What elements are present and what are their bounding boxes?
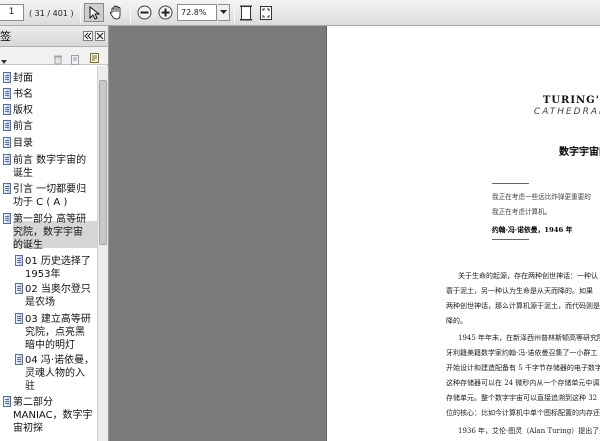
toolbar-divider	[234, 3, 235, 23]
bookmark-label: 04 冯·诺依曼，	[25, 355, 95, 366]
document-page: TURING'S CATHEDRAL 数字宇宙的 我正在考虑一些远比炸弹更重要的…	[326, 26, 600, 441]
bookmark-label: 的诞生	[13, 240, 43, 251]
chevron-down-icon	[1, 60, 7, 64]
collapse-panel-button[interactable]	[83, 31, 93, 41]
fit-page-icon	[240, 5, 252, 20]
scroll-thumb[interactable]	[99, 80, 107, 245]
bookmark-toolbar	[0, 47, 108, 65]
select-tool-button[interactable]	[84, 3, 104, 22]
bookmark-label: 是农场	[25, 297, 55, 308]
bookmark-label: 03 建立高等研	[25, 314, 91, 325]
page-number-input[interactable]: 1	[0, 4, 24, 21]
bookmark-label: 暗中的明灯	[25, 340, 75, 351]
bookmark-icon	[15, 283, 23, 294]
bookmark-label: 诞生	[13, 168, 33, 179]
close-icon	[96, 32, 104, 40]
body-line: 两种创世神话，那么计算机源于泥土，而代码则是	[446, 302, 600, 310]
bookmark-label: 究院，数字宇宙	[13, 227, 83, 238]
body-line: 这种存储器可以在 24 微秒内从一个存储单元中调取到	[446, 379, 600, 387]
bookmark-properties-icon	[90, 53, 99, 63]
new-bookmark-icon	[71, 55, 79, 65]
fit-page-button[interactable]	[236, 3, 256, 22]
bookmarks-panel: 签 封面书名版权前言目录前言 数字宇宙的 诞生引言 一切都要归 功于 C ( A )…	[0, 26, 108, 441]
zoom-dropdown-button[interactable]	[218, 4, 230, 21]
body-line: 关于生命的起源，存在两种创世神话：一种认	[458, 272, 598, 280]
bookmark-icon	[3, 213, 11, 224]
bookmark-icon	[3, 120, 11, 131]
bookmark-label: 书名	[13, 89, 33, 100]
panel-title: 签	[0, 30, 11, 43]
zoom-out-icon	[137, 5, 151, 20]
bookmark-label: 目录	[13, 138, 33, 149]
bookmark-icon	[15, 354, 23, 365]
hand-tool-button[interactable]	[106, 3, 126, 22]
bookmark-label: 02 当奥尔登只	[25, 284, 91, 295]
select-arrow-icon	[89, 5, 100, 20]
body-line: 开始设计和建造配备有 5 千字节存储器的电子数字计	[446, 364, 600, 372]
chapter-heading: 数字宇宙的	[559, 147, 600, 158]
bookmark-label: 01 历史选择了	[25, 256, 91, 267]
bookmark-label: 第二部分	[13, 397, 53, 408]
hand-tool-icon	[109, 5, 121, 20]
zoom-in-button[interactable]	[155, 3, 175, 22]
body-line: 降的。	[446, 317, 467, 325]
toolbar-divider	[80, 3, 81, 23]
bookmark-icon	[3, 104, 11, 115]
fit-width-button[interactable]	[256, 3, 276, 22]
bookmark-label: 灵魂人物的入	[25, 368, 85, 379]
body-line: 1936 年，艾伦·图灵（Alan Turing）提出了通	[458, 427, 600, 435]
body-line: 存储单元。整个数字宇宙可以直接追溯到这种 32 ×	[446, 394, 600, 402]
book-logo-subtitle: CATHEDRAL	[533, 107, 600, 117]
bookmark-icon	[3, 72, 11, 83]
chevron-down-icon	[220, 10, 227, 14]
double-chevron-left-icon	[84, 32, 92, 40]
bookmark-label: 前言 数字宇宙的	[13, 155, 87, 166]
toolbar: 1 ( 31 / 401 ) 72.8%	[0, 0, 600, 26]
bookmark-label: 功于 C ( A )	[13, 197, 68, 208]
bookmark-icon	[3, 154, 11, 165]
bookmark-icon	[15, 255, 23, 266]
page-count: ( 31 / 401 )	[29, 9, 74, 18]
document-background	[109, 26, 326, 441]
bookmark-icon	[3, 183, 11, 194]
epigraph-line: 我正在考虑计算机。	[492, 208, 552, 216]
bookmark-label: 宙初探	[13, 423, 43, 434]
bookmark-label: 究院，点亮黑	[25, 327, 85, 338]
body-line: 1945 年年末，在新泽西州普林斯顿高等研究院	[458, 334, 600, 342]
close-panel-button[interactable]	[95, 31, 105, 41]
bookmark-label: MANIAC，数字宇	[13, 410, 93, 421]
fit-width-icon	[260, 5, 272, 20]
bookmark-icon	[3, 396, 11, 407]
zoom-level-input[interactable]: 72.8%	[177, 4, 217, 21]
body-line: 位的核心：比如今计算机中单个图标配置的内存还	[446, 409, 600, 417]
epigraph-line: 我正在考虑一些远比炸弹更重要的	[492, 193, 591, 201]
book-logo: TURING'S	[542, 95, 600, 106]
body-line: 牙利籍美籍数学家约翰·冯·诺依曼召集了一小群工	[446, 349, 598, 357]
trash-icon	[54, 55, 62, 65]
bookmark-icon	[3, 88, 11, 99]
bookmark-label: 第一部分 高等研	[13, 214, 87, 225]
bookmark-list: 封面书名版权前言目录前言 数字宇宙的 诞生引言 一切都要归 功于 C ( A ) 第一…	[0, 66, 97, 441]
bookmark-icon	[15, 313, 23, 324]
panel-header: 签	[0, 26, 108, 47]
bookmark-icon	[3, 137, 11, 148]
zoom-in-icon	[158, 5, 172, 20]
epigraph-attribution: 约翰·冯·诺依曼，1946 年	[492, 226, 573, 234]
toolbar-divider	[130, 3, 131, 23]
zoom-out-button[interactable]	[134, 3, 154, 22]
quote-top-rule	[492, 183, 529, 184]
quote-bottom-rule	[492, 239, 529, 240]
bookmark-label: 前言	[13, 121, 33, 132]
bookmark-label: 封面	[13, 73, 33, 84]
bookmark-label: 1953年	[25, 269, 61, 280]
bookmark-label: 驻	[25, 381, 35, 392]
bookmark-label: 引言 一切都要归	[13, 184, 87, 195]
bookmark-label: 版权	[13, 105, 33, 116]
bookmarks-scrollbar[interactable]	[97, 66, 108, 441]
body-line: 蓑于泥土，另一种认为生命是从天而降的。如果	[446, 287, 593, 295]
